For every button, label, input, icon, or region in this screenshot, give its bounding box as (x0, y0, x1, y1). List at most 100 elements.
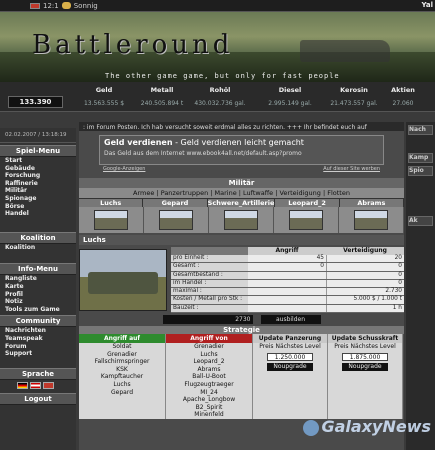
list-item: Ball-U-Boot (192, 373, 226, 381)
list-item: Gepard (111, 388, 133, 396)
menu-item-notiz[interactable]: Notiz (0, 298, 76, 306)
unit-thumb-luchs[interactable] (79, 207, 144, 233)
right-label-kamp[interactable]: Kamp (408, 153, 433, 163)
resource-bar: 133.390 Geld 13.563.555 $ Metall 240.505.8… (0, 82, 435, 112)
google-ads-link[interactable]: Google-Anzeigen (103, 166, 145, 172)
ad-title-bold[interactable]: Geld verdienen (104, 138, 173, 147)
stats-label: Gesamtbestand : (171, 271, 248, 279)
stats-label: pro Einheit : (171, 255, 248, 263)
other-flag-icon[interactable] (43, 381, 54, 389)
unit-stats-table: Angriff Verteidigung pro Einheit :45 20 Ge… (171, 247, 404, 314)
stats-row: Kosten / Metall pro Stk : 5.000 $ / 1.000… (171, 296, 404, 305)
austria-flag-icon[interactable] (30, 381, 41, 389)
menu-item-boerse[interactable]: Börse (0, 203, 76, 211)
advertise-link[interactable]: Auf dieser Site werben (323, 166, 380, 172)
ad-title[interactable]: Geld verdienen - Geld verdienen leicht g… (104, 138, 379, 147)
stats-defense: 0 (326, 263, 404, 271)
main-content: : im Forum Posten. Ich hab versucht sowe… (79, 122, 405, 450)
ad-box[interactable]: Geld verdienen - Geld verdienen leicht g… (99, 135, 384, 165)
language-flags (0, 380, 76, 391)
menu-item-handel[interactable]: Handel (0, 210, 76, 218)
menu-item-support[interactable]: Support (0, 350, 76, 358)
list-item: Luchs (113, 381, 131, 389)
menu-item-teamspeak[interactable]: Teamspeak (0, 335, 76, 343)
menu-item-gebaeude[interactable]: Gebäude (0, 165, 76, 173)
menu-item-forschung[interactable]: Forschung (0, 172, 76, 180)
unit-thumb-artillerie[interactable] (209, 207, 274, 233)
list-item: Apache_Longbow (182, 396, 236, 404)
vehicle-shape (88, 272, 158, 294)
ad-subtitle[interactable]: Das Geld aus dem Internet www.ebook4all.… (104, 150, 379, 157)
selected-unit-title: Luchs (79, 235, 404, 245)
server-date: 02.02.2007 / 13:18:19 (0, 128, 76, 143)
attack-on-column: Angriff auf Soldat Grenadier Fallschirms… (79, 334, 166, 420)
unit-thumb-leopard[interactable] (274, 207, 339, 233)
right-label-ak[interactable]: Ak (408, 216, 433, 226)
menu-item-spionage[interactable]: Spionage (0, 195, 76, 203)
attack-from-column: Angriff von Grenadier Luchs Leopard_2 Ab… (166, 334, 253, 420)
menu-item-tools[interactable]: Tools zum Game (0, 306, 76, 314)
firepower-upgrade-column: Update Schusskraft Preis Nächstes Level … (328, 334, 403, 420)
armor-upgrade-button[interactable]: Noupgrade (267, 362, 313, 371)
german-flag-icon[interactable] (17, 381, 28, 389)
menu-item-karte[interactable]: Karte (0, 283, 76, 291)
military-subnav[interactable]: Armee | Panzertruppen | Marine | Luftwaf… (79, 188, 404, 198)
resource-name: Geld (95, 86, 113, 94)
resource-name: Aktien (391, 86, 415, 94)
flag-icon (30, 2, 40, 9)
stats-label: Kosten / Metall pro Stk : (171, 296, 248, 304)
menu-item-start[interactable]: Start (0, 157, 76, 165)
unit-name-row: Luchs Gepard Schwere_Artillerie Leopard_… (79, 198, 405, 207)
list-item: Kampftaucher (100, 373, 144, 381)
unit-name-artillerie[interactable]: Schwere_Artillerie (207, 199, 276, 207)
list-item: Fallschirmspringer (94, 358, 150, 366)
menu-header-sprache: Sprache (0, 367, 76, 380)
menu-item-koalition[interactable]: Koalition (0, 244, 76, 252)
section-title-strategy: Strategie (79, 326, 404, 335)
resource-value: 430.032.736 gal. (194, 100, 246, 107)
money-display: 133.390 (8, 96, 63, 108)
stats-attack (248, 288, 326, 296)
firepower-price: 1.875.000 (342, 352, 388, 361)
stats-row: Gesamtbestand : 0 (171, 271, 404, 280)
build-row: 2730 ausbilden (79, 315, 404, 325)
resource-name: Rohöl (209, 86, 231, 94)
unit-thumb-gepard[interactable] (144, 207, 209, 233)
stats-defense: 5.000 $ / 1.000 t (326, 296, 404, 304)
list-item: Minenfeld (194, 411, 224, 419)
stats-defense: 0 (326, 279, 404, 288)
right-label-spio[interactable]: Spio (408, 166, 433, 176)
unit-thumb-abrams[interactable] (339, 207, 404, 233)
stats-label: maximal : (171, 288, 248, 296)
menu-item-nachrichten[interactable]: Nachrichten (0, 327, 76, 335)
menu-header-koalition: Koalition (0, 231, 76, 244)
resource-value: 240.505.894 t (140, 100, 184, 107)
unit-name-abrams[interactable]: Abrams (339, 199, 405, 207)
menu-item-profil[interactable]: Profil (0, 291, 76, 299)
game-tagline: The other game game, but only for fast p… (105, 72, 340, 80)
unit-detail: Angriff Verteidigung pro Einheit :45 20 Ge… (79, 247, 404, 314)
unit-name-gepard[interactable]: Gepard (143, 199, 208, 207)
menu-item-rangliste[interactable]: Rangliste (0, 275, 76, 283)
stats-label: im Handel : (171, 279, 248, 288)
build-quantity-input[interactable]: 2730 (162, 315, 253, 325)
stats-attack (248, 304, 326, 313)
logout-link[interactable]: Logout (0, 392, 76, 405)
resource-diesel: Diesel 2.995.149 gal. (261, 86, 319, 107)
section-title-military: Militär (79, 178, 404, 188)
firepower-upgrade-button[interactable]: Noupgrade (342, 362, 388, 371)
right-label-nach[interactable]: Nach (408, 125, 433, 135)
watermark: GalaxyNews (303, 417, 431, 436)
menu-item-raffinerie[interactable]: Raffinerie (0, 180, 76, 188)
menu-item-forum[interactable]: Forum (0, 343, 76, 351)
menu-item-militaer[interactable]: Militär (0, 187, 76, 195)
list-item: Soldat (112, 343, 132, 351)
stats-header: Angriff Verteidigung (171, 247, 404, 255)
news-ticker: : im Forum Posten. Ich hab versucht sowe… (79, 122, 404, 131)
unit-name-luchs[interactable]: Luchs (79, 199, 144, 207)
header-banner: Battleround The other game game, but onl… (0, 12, 435, 82)
stats-header-blank (171, 247, 248, 255)
train-button[interactable]: ausbilden (260, 315, 321, 325)
left-sidebar: 02.02.2007 / 13:18:19 Spiel-Menu Start G… (0, 128, 76, 450)
unit-name-leopard[interactable]: Leopard_2 (275, 199, 340, 207)
